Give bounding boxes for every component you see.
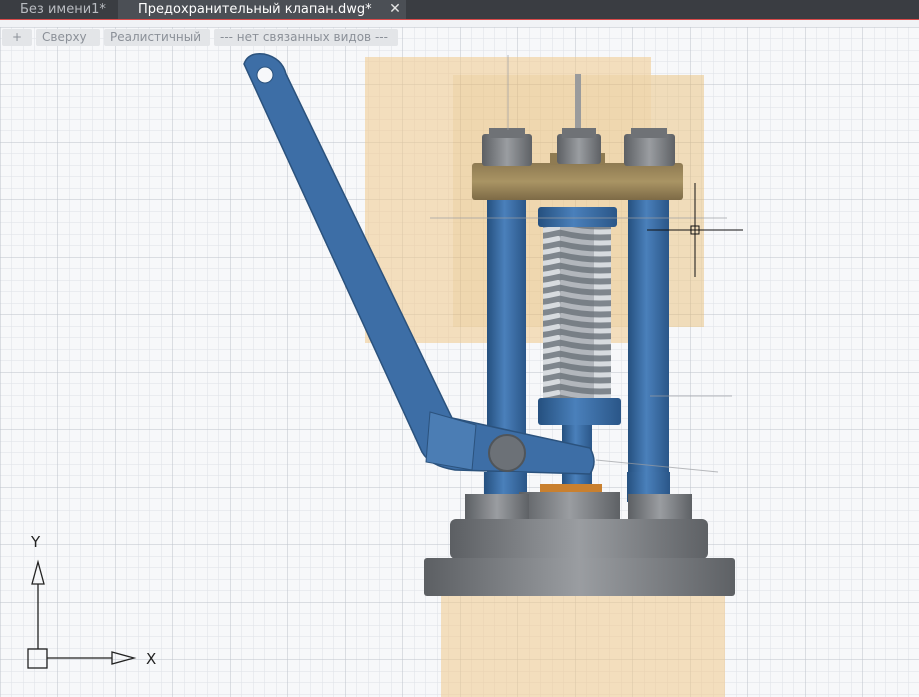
linked-views-button[interactable]: --- нет связанных видов ---	[214, 29, 398, 46]
close-icon[interactable]: ✕	[386, 0, 404, 19]
view-cube-menu-button[interactable]: Сверху	[36, 29, 100, 46]
visual-style-menu-button[interactable]: Реалистичный	[104, 29, 210, 46]
document-tab-bar: Без имени1* Предохранительный клапан.dwg…	[0, 0, 919, 19]
ucs-x-label: X	[146, 650, 156, 668]
ucs-y-label: Y	[30, 533, 41, 551]
valve-base	[424, 519, 735, 596]
tab-separator	[0, 19, 919, 27]
spring	[543, 222, 611, 400]
tab-untitled[interactable]: Без имени1*	[0, 0, 118, 19]
tab-label: Предохранительный клапан.dwg*	[138, 2, 372, 17]
tab-label: Без имени1*	[20, 2, 106, 17]
viewport-menu-button[interactable]: +	[2, 29, 32, 46]
nuts	[482, 128, 675, 166]
tab-safety-valve[interactable]: Предохранительный клапан.dwg*	[118, 0, 406, 19]
drawing-canvas[interactable]: Y X	[0, 27, 919, 697]
